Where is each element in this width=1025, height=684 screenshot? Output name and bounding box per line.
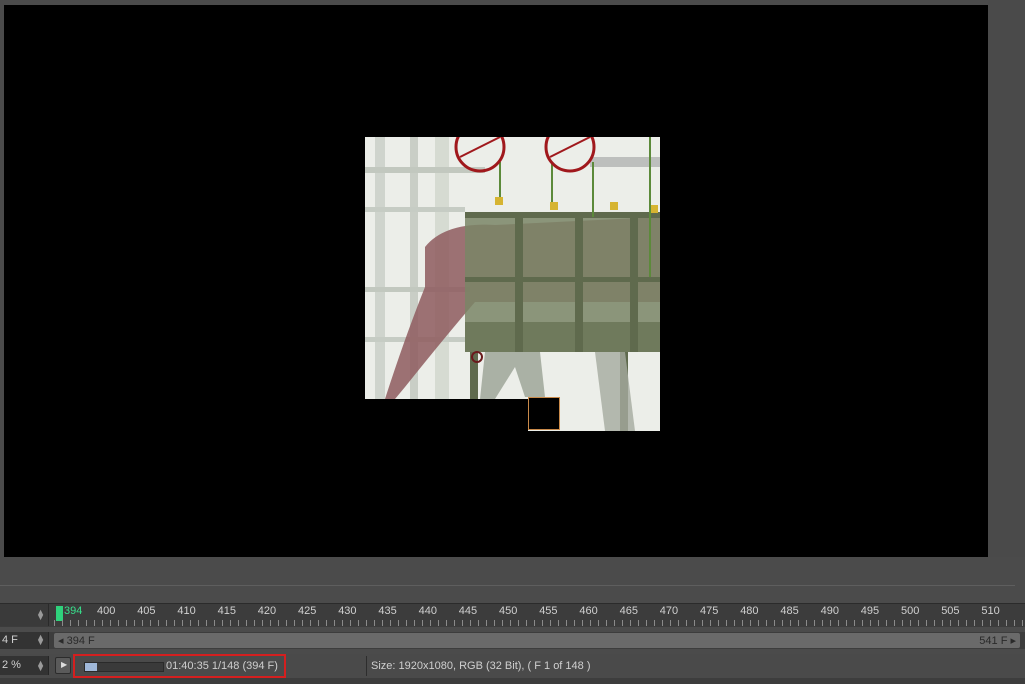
spinner-arrows-icon[interactable]: ▲ ▼ [36, 608, 45, 622]
right-panel-strip [988, 0, 1025, 594]
ruler-tick-label: 420 [257, 605, 277, 617]
frame-range-slider[interactable]: ◂ 394 F 541 F ▸ [54, 633, 1020, 648]
play-button[interactable]: ▶ [55, 657, 71, 674]
ruler-tick-label: 450 [499, 605, 518, 617]
ruler-tick-label: 445 [458, 605, 478, 617]
frame-step-value: 4 F [2, 634, 18, 646]
rendered-image [365, 137, 660, 431]
range-end-label: 541 F ▸ [979, 635, 1016, 647]
viewer-bottom-frame [0, 557, 1025, 602]
ruler-tick-label: 410 [177, 605, 196, 617]
render-unfilled-area [365, 399, 528, 431]
ruler-tick-label: 490 [820, 605, 839, 617]
timeline-ruler-row: ▲ ▼ 394 400 405 410 415 420 425 430 435 440 445 450… [0, 603, 1025, 627]
range-end-value: 541 F [979, 635, 1008, 647]
ruler-tick-label: 415 [217, 605, 236, 617]
current-frame-cursor[interactable] [56, 606, 63, 621]
ruler-tick-label: 470 [659, 605, 679, 617]
highlight-annotation-box [73, 654, 286, 678]
zoom-field[interactable]: 2 % ▲ ▼ [0, 656, 49, 675]
timeline-range-row: 4 F ▲ ▼ ◂ 394 F 541 F ▸ [0, 632, 1025, 649]
ruler-tick-label: 465 [619, 605, 638, 617]
ruler-tick-label: 455 [539, 605, 558, 617]
spinner-arrows-icon[interactable]: ▲ ▼ [36, 633, 45, 647]
ruler-tick-label: 495 [860, 605, 880, 617]
status-bar: 2 % ▲ ▼ ▶ 01:40:35 1/148 (394 F) Size: 19… [0, 654, 1025, 678]
render-bucket-marker [528, 397, 560, 430]
ruler-tick-label: 400 [97, 605, 116, 617]
timeline-ruler[interactable]: 394 400 405 410 415 420 425 430 435 440 445 450 455… [54, 604, 1025, 626]
status-separator [366, 656, 367, 676]
ruler-tick-label: 500 [901, 605, 920, 617]
ruler-tick-label: 430 [338, 605, 357, 617]
ruler-tick-label: 475 [700, 605, 719, 617]
current-frame-label: 394 [64, 605, 83, 617]
play-icon: ▶ [61, 660, 68, 669]
range-start-label: ◂ 394 F [58, 635, 95, 647]
spinner-arrows-icon[interactable]: ▲ ▼ [36, 659, 45, 673]
zoom-value: 2 % [2, 659, 21, 671]
divider [0, 585, 1015, 586]
ruler-tick-label: 505 [941, 605, 960, 617]
ruler-tick-label: 435 [378, 605, 397, 617]
bottom-edge [0, 678, 1025, 684]
ruler-tick-label: 480 [740, 605, 759, 617]
ruler-tick-label: 485 [780, 605, 799, 617]
ruler-ticks [54, 620, 1025, 626]
range-start-value: 394 F [66, 635, 95, 647]
render-content [365, 137, 660, 431]
image-size-info: Size: 1920x1080, RGB (32 Bit), ( F 1 of … [371, 660, 591, 672]
ruler-tick-label: 440 [418, 605, 437, 617]
ruler-tick-label: 405 [137, 605, 156, 617]
ruler-tick-label: 460 [579, 605, 598, 617]
ruler-spinner-field[interactable]: ▲ ▼ [0, 604, 49, 626]
ruler-tick-label: 510 [981, 605, 1000, 617]
ruler-tick-label: 425 [298, 605, 317, 617]
frame-step-field[interactable]: 4 F ▲ ▼ [0, 632, 49, 649]
